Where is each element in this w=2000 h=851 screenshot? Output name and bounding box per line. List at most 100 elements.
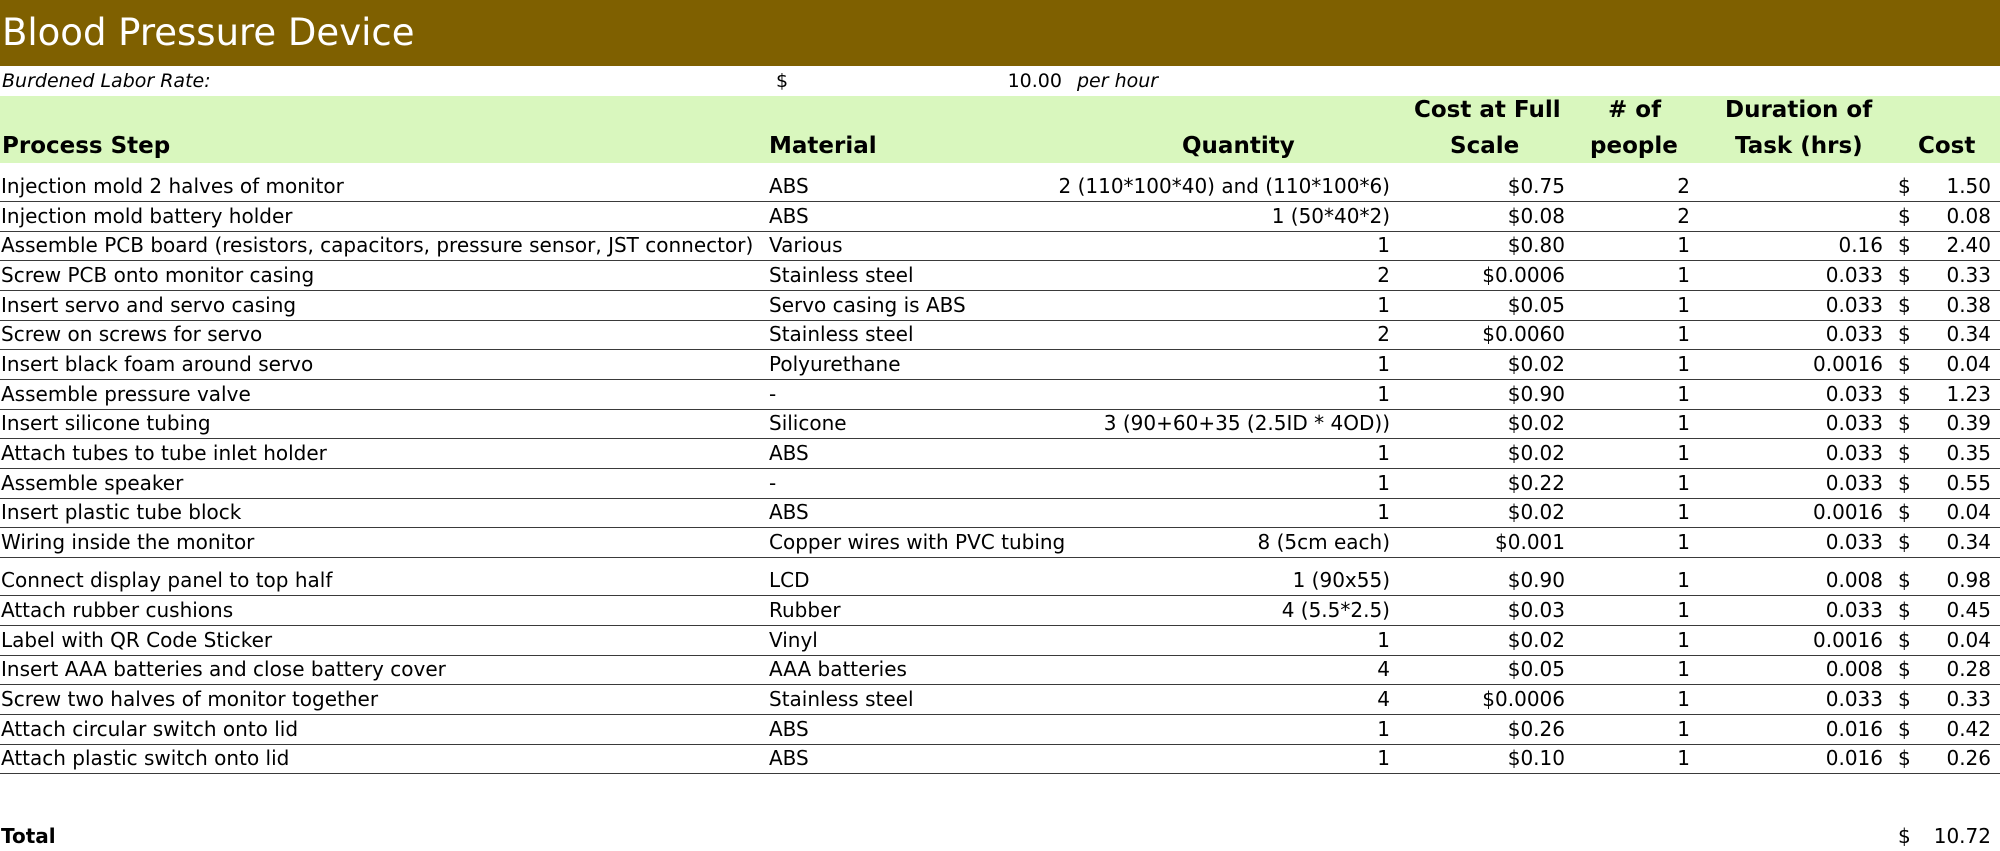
cost-currency-cell: $ xyxy=(1898,441,1911,465)
duration-cell: 0.0016 xyxy=(1813,500,1883,524)
cost-cell: 0.55 xyxy=(1946,471,1991,495)
cost-cell: 0.38 xyxy=(1946,293,1991,317)
quantity-cell: 1 (90x55) xyxy=(1292,568,1390,592)
cost-currency-cell: $ xyxy=(1898,382,1911,406)
people-cell: 1 xyxy=(1677,530,1690,554)
cost-cell: 0.35 xyxy=(1946,441,1991,465)
quantity-cell: 2 (110*100*40) and (110*100*6) xyxy=(1058,174,1390,198)
material-cell: Stainless steel xyxy=(769,322,914,346)
cost-cell: 0.04 xyxy=(1946,500,1991,524)
table-row: Screw PCB onto monitor casing Stainless s… xyxy=(0,261,2000,291)
cost-cell: 0.39 xyxy=(1946,411,1991,435)
duration-cell: 0.016 xyxy=(1825,746,1883,770)
total-value: 10.72 xyxy=(1933,824,1991,848)
table-row: Insert AAA batteries and close battery c… xyxy=(0,655,2000,685)
quantity-cell: 1 (50*40*2) xyxy=(1271,204,1390,228)
people-cell: 1 xyxy=(1677,233,1690,257)
duration-cell: 0.033 xyxy=(1825,687,1883,711)
people-cell: 1 xyxy=(1677,293,1690,317)
cost-cell: 0.04 xyxy=(1946,628,1991,652)
cost-currency-cell: $ xyxy=(1898,598,1911,622)
quantity-cell: 3 (90+60+35 (2.5ID * 4OD)) xyxy=(1103,411,1390,435)
table-row: Assemble pressure valve - 1 $0.90 1 0.033 $1.2… xyxy=(0,380,2000,410)
table-row: Assemble speaker - 1 $0.22 1 0.033 $0.55 xyxy=(0,469,2000,499)
process-step-cell: Wiring inside the monitor xyxy=(1,530,255,554)
table-row: Connect display panel to top half LCD 1 (9… xyxy=(0,566,2000,596)
table-row: Insert plastic tube block ABS 1 $0.02 1 0.001… xyxy=(0,498,2000,528)
header-people-line1: # of xyxy=(1608,97,1662,123)
total-label: Total xyxy=(1,824,56,848)
people-cell: 2 xyxy=(1677,204,1690,228)
cost-cell: 0.34 xyxy=(1946,530,1991,554)
cost-full-scale-cell: $0.05 xyxy=(1507,657,1565,681)
cost-cell: 0.45 xyxy=(1946,598,1991,622)
cost-full-scale-cell: $0.75 xyxy=(1507,174,1565,198)
quantity-cell: 1 xyxy=(1377,628,1390,652)
duration-cell: 0.008 xyxy=(1825,657,1883,681)
cost-full-scale-cell: $0.05 xyxy=(1507,293,1565,317)
cost-currency-cell: $ xyxy=(1898,717,1911,741)
header-people-line2: people xyxy=(1590,133,1678,159)
duration-cell: 0.016 xyxy=(1825,717,1883,741)
material-cell: ABS xyxy=(769,441,809,465)
people-cell: 1 xyxy=(1677,598,1690,622)
labor-rate-unit: per hour xyxy=(1077,70,1159,92)
quantity-cell: 1 xyxy=(1377,717,1390,741)
process-step-cell: Injection mold battery holder xyxy=(1,204,293,228)
cost-full-scale-cell: $0.90 xyxy=(1507,568,1565,592)
cost-full-scale-cell: $0.02 xyxy=(1507,411,1565,435)
cost-cell: 0.34 xyxy=(1946,322,1991,346)
people-cell: 1 xyxy=(1677,441,1690,465)
cost-full-scale-cell: $0.02 xyxy=(1507,628,1565,652)
header-material: Material xyxy=(769,133,877,159)
cost-currency-cell: $ xyxy=(1898,322,1911,346)
cost-full-scale-cell: $0.02 xyxy=(1507,352,1565,376)
material-cell: Rubber xyxy=(769,598,841,622)
material-cell: ABS xyxy=(769,746,809,770)
quantity-cell: 1 xyxy=(1377,441,1390,465)
process-step-cell: Connect display panel to top half xyxy=(1,568,333,592)
cost-cell: 0.33 xyxy=(1946,263,1991,287)
quantity-cell: 4 (5.5*2.5) xyxy=(1281,598,1390,622)
cost-full-scale-cell: $0.0060 xyxy=(1482,322,1565,346)
header-quantity: Quantity xyxy=(1182,133,1295,159)
people-cell: 1 xyxy=(1677,352,1690,376)
header-process-step: Process Step xyxy=(2,133,171,159)
cost-cell: 0.04 xyxy=(1946,352,1991,376)
cost-cell: 1.23 xyxy=(1946,382,1991,406)
process-step-cell: Assemble speaker xyxy=(1,471,184,495)
title-bar: Blood Pressure Device xyxy=(0,0,2000,66)
people-cell: 1 xyxy=(1677,382,1690,406)
quantity-cell: 1 xyxy=(1377,352,1390,376)
people-cell: 1 xyxy=(1677,657,1690,681)
cost-currency-cell: $ xyxy=(1898,411,1911,435)
cost-currency-cell: $ xyxy=(1898,174,1911,198)
cost-cell: 0.33 xyxy=(1946,687,1991,711)
material-cell: ABS xyxy=(769,174,809,198)
header-cost: Cost xyxy=(1918,133,1976,159)
cost-currency-cell: $ xyxy=(1898,687,1911,711)
table-row: Attach tubes to tube inlet holder ABS 1 $0.… xyxy=(0,439,2000,469)
people-cell: 1 xyxy=(1677,628,1690,652)
people-cell: 1 xyxy=(1677,717,1690,741)
table-row: Screw on screws for servo Stainless steel… xyxy=(0,320,2000,350)
people-cell: 1 xyxy=(1677,471,1690,495)
table-row: Attach plastic switch onto lid ABS 1 $0.10 1… xyxy=(0,744,2000,774)
labor-rate-row: Burdened Labor Rate: $ 10.00 per hour xyxy=(0,67,2000,95)
process-step-cell: Assemble pressure valve xyxy=(1,382,251,406)
table-row: Label with QR Code Sticker Vinyl 1 $0.02 1 0.… xyxy=(0,626,2000,656)
total-currency: $ xyxy=(1898,824,1911,848)
cost-cell: 0.98 xyxy=(1946,568,1991,592)
process-step-cell: Insert plastic tube block xyxy=(1,500,242,524)
quantity-cell: 1 xyxy=(1377,233,1390,257)
cost-full-scale-cell: $0.80 xyxy=(1507,233,1565,257)
process-step-cell: Insert servo and servo casing xyxy=(1,293,297,317)
material-cell: - xyxy=(769,382,777,406)
cost-full-scale-cell: $0.02 xyxy=(1507,441,1565,465)
people-cell: 1 xyxy=(1677,500,1690,524)
people-cell: 1 xyxy=(1677,746,1690,770)
duration-cell: 0.16 xyxy=(1838,233,1883,257)
quantity-cell: 2 xyxy=(1377,263,1390,287)
cost-currency-cell: $ xyxy=(1898,657,1911,681)
cost-cell: 0.28 xyxy=(1946,657,1991,681)
